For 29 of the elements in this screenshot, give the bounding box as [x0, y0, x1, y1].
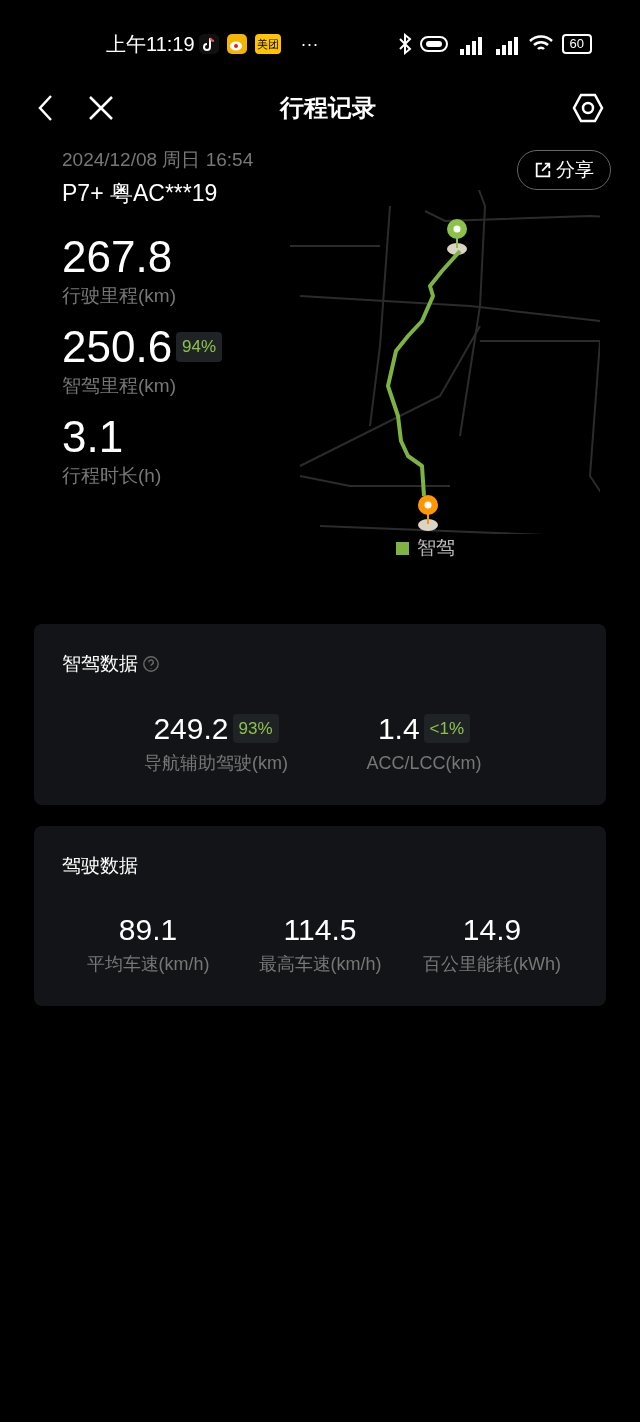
- legend-label: 智驾: [417, 536, 455, 560]
- metric-label: 导航辅助驾驶(km): [144, 751, 288, 775]
- metric-label: ACC/LCC(km): [366, 751, 482, 775]
- percent-badge: <1%: [423, 713, 471, 744]
- stat-value: 267.8: [62, 231, 173, 283]
- stat-value: 250.6: [62, 321, 173, 373]
- metric-label: 百公里能耗(kWh): [423, 953, 561, 976]
- app-badge: 美团: [254, 34, 281, 54]
- metric-label: 最高车速(km/h): [258, 953, 382, 976]
- stat-label: 行驶里程(km): [62, 284, 176, 308]
- metric-value: 89.1: [118, 912, 178, 948]
- percent-badge: 93%: [232, 713, 279, 744]
- metric-value: 14.9: [462, 912, 522, 948]
- card-title: 驾驶数据: [62, 853, 138, 878]
- vehicle-plate: P7+ 粤AC***19: [62, 179, 218, 208]
- page-title: 行程记录: [280, 93, 376, 123]
- trip-datetime: 2024/12/08 周日 16:54: [62, 148, 254, 172]
- card-title: 智驾数据: [62, 652, 138, 676]
- metric-value: 1.4: [377, 710, 420, 747]
- percent-badge: 94%: [176, 332, 223, 362]
- stat-label: 智驾里程(km): [62, 374, 177, 398]
- status-time: 上午11:19: [106, 32, 195, 57]
- more-indicator: ···: [300, 32, 319, 56]
- metric-value: 249.2: [153, 710, 229, 747]
- stat-value: 3.1: [62, 411, 124, 463]
- stat-label: 行程时长(h): [62, 464, 162, 488]
- metric-value: 114.5: [283, 912, 357, 948]
- metric-label: 平均车速(km/h): [86, 953, 210, 976]
- battery-level: 60: [561, 34, 592, 54]
